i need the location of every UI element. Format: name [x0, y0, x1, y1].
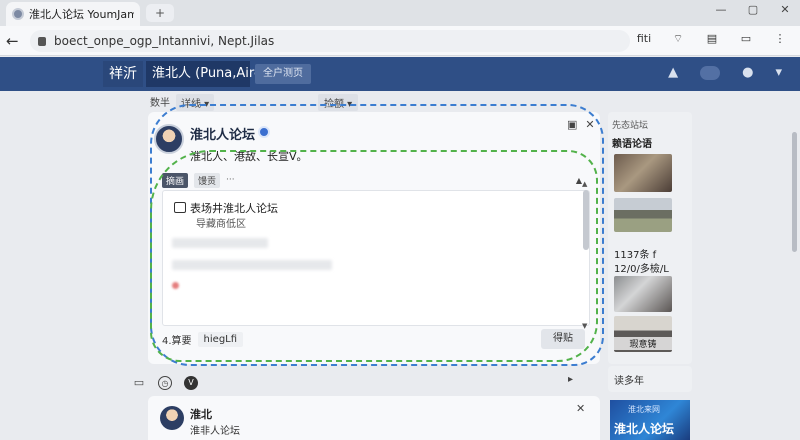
avatar-2[interactable]	[160, 406, 184, 430]
verified-icon	[258, 126, 270, 138]
avatar[interactable]	[154, 124, 184, 154]
close-window-button[interactable]: ✕	[776, 2, 794, 18]
browser-toolbar: fiti ⌔ ▤ ▭ ⋮	[634, 32, 790, 46]
filter-dropdown[interactable]: 捡额 ▾	[318, 94, 359, 111]
scroll-thumb[interactable]	[583, 190, 589, 250]
minimize-button[interactable]: —	[712, 2, 730, 18]
panel-scrollbar[interactable]: ▲ ▼	[582, 180, 590, 330]
page-scrollbar[interactable]	[792, 92, 798, 432]
post-icon	[174, 202, 186, 213]
sidebar-heading: 赖语论语	[612, 139, 652, 150]
composer-footer: 4.算要 hiegLfi	[162, 332, 244, 347]
second-card-subtitle: 淮非人论坛	[190, 426, 240, 437]
book-icon[interactable]: ▤	[702, 32, 722, 46]
banner-title: 淮北人论坛	[614, 422, 675, 436]
tab-active[interactable]: 摘画	[162, 172, 189, 188]
nav-tag-button[interactable]: 全户测页	[255, 64, 311, 84]
post-subtitle: 导藏商低区	[196, 219, 246, 230]
sidebar-banner[interactable]: 淮北来网 淮北人论坛	[610, 400, 690, 440]
post-button[interactable]: 得贴	[541, 329, 585, 349]
action-row: ▭ ◷ V	[132, 376, 198, 390]
bell-icon[interactable]: ▲	[668, 65, 678, 80]
back-arrow-icon[interactable]: ←	[6, 32, 19, 50]
tab-title: 淮北人论坛 YoumJames	[29, 8, 134, 21]
new-tab-button[interactable]: +	[146, 4, 174, 22]
favicon-icon	[12, 8, 24, 20]
sidebar-section-label[interactable]: 读多年	[614, 372, 644, 387]
sidebar-thumbnail-1[interactable]	[614, 154, 672, 192]
post-title[interactable]: 表场井淮北人论坛	[190, 200, 278, 216]
nav-icons: ▲ ● ▾	[668, 65, 782, 80]
card-header-icons: ▣ ✕	[567, 118, 595, 131]
wifi-icon[interactable]: ⌔	[668, 32, 688, 46]
sub-toolbar: 数半 详线 ▾	[150, 94, 215, 111]
tab-strip: 淮北人论坛 YoumJames + — ▢ ✕	[0, 0, 800, 26]
subbar-item-1[interactable]: 数半	[150, 94, 170, 111]
sidebar-thumbnail-2[interactable]	[614, 198, 672, 232]
fiti-icon[interactable]: fiti	[634, 32, 654, 46]
close-icon[interactable]: ✕	[585, 118, 594, 131]
sidebar-thumbnail-3[interactable]	[614, 276, 672, 312]
user-icon[interactable]: ●	[742, 65, 753, 80]
comment-icon[interactable]: ▭	[132, 376, 146, 390]
tab-other[interactable]: 馒贡	[194, 172, 221, 188]
maximize-button[interactable]: ▢	[744, 2, 762, 18]
red-dot-icon	[172, 282, 179, 289]
close-icon-2[interactable]: ✕	[576, 402, 585, 415]
more-icon[interactable]: ⋮	[770, 32, 790, 46]
window-controls: — ▢ ✕	[712, 2, 794, 18]
address-bar: ← boect_onpe_ogp_Intannivi, Nept.Jilas f…	[0, 26, 800, 56]
clock-icon[interactable]: ◷	[158, 376, 172, 390]
banner-small-text: 淮北来网	[628, 405, 660, 414]
url-text: boect_onpe_ogp_Intannivi, Nept.Jilas	[54, 34, 275, 48]
url-field[interactable]: boect_onpe_ogp_Intannivi, Nept.Jilas	[30, 30, 630, 52]
sidebar-date-2: 12/0/多檢/L	[614, 264, 669, 275]
page-scroll-thumb[interactable]	[792, 132, 797, 252]
site-nav: 祥沂 淮北人 (Puna,Aire) 全户测页 ▲ ● ▾	[0, 57, 800, 91]
site-logo[interactable]: 祥沂	[103, 61, 143, 87]
card-title[interactable]: 淮北人论坛	[190, 124, 255, 143]
second-card-title[interactable]: 淮北	[190, 406, 212, 422]
toggle-icon[interactable]	[700, 65, 721, 80]
subbar-dropdown-label: 详线	[181, 99, 201, 110]
blurred-line-2	[172, 260, 332, 270]
chevron-down-icon[interactable]: ▾	[775, 65, 782, 80]
filter-label: 捡额	[324, 99, 344, 110]
blurred-line-1	[172, 238, 268, 248]
footer-label: 4.算要	[162, 336, 192, 347]
lock-icon	[38, 36, 46, 46]
thumbnail-caption: 瑕意铸	[614, 337, 672, 350]
composer-tabs: 摘画 馒贡 ··· ▲	[162, 171, 592, 189]
scroll-up-icon[interactable]: ▲	[582, 180, 587, 188]
expand-icon[interactable]: ▣	[567, 118, 577, 131]
flag-icon[interactable]: ▸	[568, 374, 573, 385]
browser-tab[interactable]: 淮北人论坛 YoumJames	[6, 2, 140, 26]
sidebar-thumbnail-4[interactable]: 瑕意铸	[614, 316, 672, 352]
sidebar-date-1: 1137条 f	[614, 250, 657, 261]
card-subtitle: 淮北人、港敌、长宣V。	[190, 150, 308, 163]
footer-input[interactable]: hiegLfi	[197, 332, 244, 347]
screen-icon[interactable]: ▭	[736, 32, 756, 46]
sidebar-small-heading: 先态站坛	[612, 121, 649, 131]
v-badge-icon[interactable]: V	[184, 376, 198, 390]
subbar-dropdown[interactable]: 详线 ▾	[176, 94, 215, 111]
tab-more[interactable]: ···	[226, 175, 235, 185]
site-title[interactable]: 淮北人 (Puna,Aire)	[146, 61, 267, 87]
